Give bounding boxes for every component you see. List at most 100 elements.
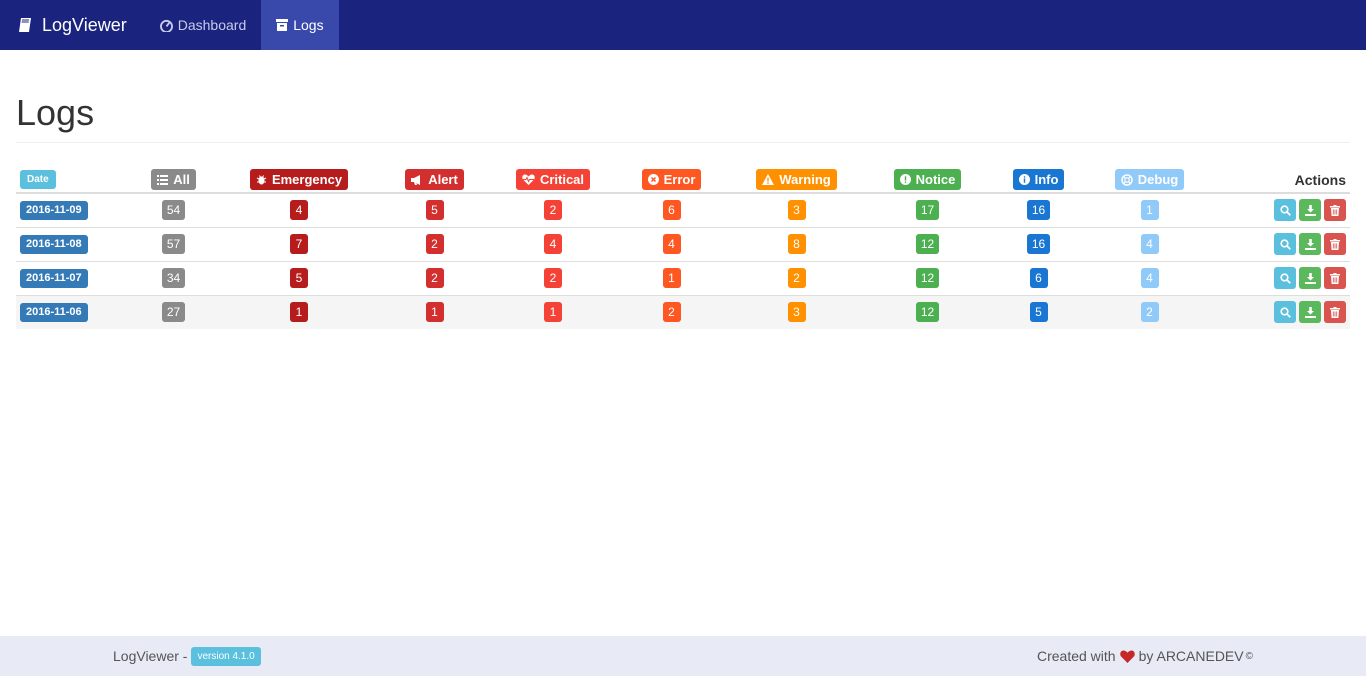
- count-info: 6: [1029, 268, 1048, 288]
- count-alert: 5: [425, 200, 444, 221]
- header-error[interactable]: Error: [641, 169, 702, 190]
- search-icon: [1279, 205, 1291, 216]
- count-notice: 12: [915, 302, 940, 323]
- bug-icon: [256, 174, 267, 185]
- count-debug: 1: [1140, 200, 1159, 221]
- download-icon: [1304, 238, 1316, 250]
- count-notice: 17: [915, 200, 940, 221]
- row-date[interactable]: 2016-11-07: [20, 268, 88, 288]
- count-notice: 12: [915, 268, 940, 288]
- count-emergency: 7: [290, 234, 308, 254]
- count-all: 54: [161, 200, 186, 221]
- header-critical[interactable]: Critical: [515, 169, 591, 190]
- header-emergency[interactable]: Emergency: [249, 169, 349, 190]
- count-debug: 4: [1140, 268, 1159, 288]
- count-alert: 1: [425, 302, 444, 323]
- copyright-symbol: ©: [1245, 650, 1253, 662]
- view-button[interactable]: [1274, 233, 1296, 255]
- logs-table: Date All Emergency Alert Critical Error …: [16, 167, 1350, 329]
- trash-icon: [1330, 204, 1340, 216]
- row-date[interactable]: 2016-11-09: [20, 200, 88, 220]
- nav-item-logs-label: Logs: [293, 17, 324, 33]
- delete-button[interactable]: [1324, 267, 1346, 289]
- trash-icon: [1330, 238, 1340, 250]
- warning-icon: [762, 174, 775, 185]
- footer-app-name: LogViewer -: [113, 648, 188, 664]
- row-date[interactable]: 2016-11-08: [20, 234, 88, 254]
- version-badge: version 4.1.0: [191, 646, 261, 666]
- count-notice: 12: [915, 234, 940, 254]
- table-row: 2016-11-08 57 7 2 4 4 8 12 16 4: [16, 226, 1350, 261]
- nav-item-logs[interactable]: Logs: [261, 0, 339, 50]
- count-critical: 1: [544, 302, 562, 323]
- page-title: Logs: [16, 92, 1350, 143]
- bullhorn-icon: [411, 174, 423, 185]
- download-icon: [1304, 204, 1316, 216]
- header-date[interactable]: Date: [20, 170, 56, 189]
- table-row: 2016-11-06 27 1 1 1 2 3 12 5 2: [16, 294, 1350, 329]
- header-notice[interactable]: Notice: [893, 169, 962, 190]
- life-ring-icon: [1121, 173, 1133, 186]
- count-warning: 8: [787, 234, 806, 254]
- count-alert: 2: [425, 234, 444, 254]
- view-button[interactable]: [1274, 301, 1296, 324]
- count-error: 2: [662, 302, 681, 323]
- count-error: 1: [662, 268, 681, 288]
- count-warning: 3: [787, 302, 806, 323]
- header-alert-label: Alert: [428, 172, 458, 187]
- header-warning-label: Warning: [779, 172, 831, 187]
- nav-item-dashboard[interactable]: Dashboard: [145, 0, 262, 50]
- count-debug: 4: [1140, 234, 1159, 254]
- nav-item-dashboard-label: Dashboard: [177, 17, 247, 33]
- view-button[interactable]: [1274, 267, 1296, 289]
- header-notice-label: Notice: [915, 172, 956, 187]
- header-warning[interactable]: Warning: [756, 169, 837, 190]
- header-actions: Actions: [1203, 167, 1350, 194]
- footer-created-prefix: Created with: [1036, 648, 1116, 664]
- header-alert[interactable]: Alert: [405, 169, 464, 190]
- header-emergency-label: Emergency: [271, 172, 343, 187]
- count-warning: 2: [787, 268, 806, 288]
- table-row: 2016-11-09 54 4 5 2 6 3 17 16 1: [16, 192, 1350, 227]
- header-debug-label: Debug: [1137, 172, 1179, 187]
- count-critical: 2: [544, 268, 562, 288]
- search-icon: [1279, 238, 1291, 250]
- view-button[interactable]: [1274, 199, 1296, 222]
- count-all: 34: [161, 268, 186, 288]
- search-icon: [1279, 307, 1291, 318]
- list-icon: [157, 174, 169, 185]
- download-button[interactable]: [1299, 267, 1321, 289]
- footer-right: Created with by ARCANEDEV ©: [1037, 648, 1253, 664]
- heart-icon: [1119, 650, 1135, 663]
- download-button[interactable]: [1299, 301, 1321, 324]
- table-header-row: Date All Emergency Alert Critical Error …: [16, 167, 1350, 194]
- heartbeat-icon: [522, 174, 535, 185]
- search-icon: [1279, 272, 1291, 284]
- delete-button[interactable]: [1324, 233, 1346, 255]
- row-date[interactable]: 2016-11-06: [20, 302, 88, 322]
- download-button[interactable]: [1299, 199, 1321, 222]
- main-content: Logs Date All Emergency Alert Critical E…: [0, 92, 1366, 329]
- count-error: 6: [662, 200, 681, 221]
- delete-button[interactable]: [1324, 301, 1346, 324]
- count-info: 16: [1026, 200, 1051, 221]
- header-all[interactable]: All: [151, 169, 196, 190]
- trash-icon: [1330, 272, 1340, 284]
- count-warning: 3: [787, 200, 806, 221]
- download-icon: [1304, 272, 1316, 284]
- count-emergency: 4: [290, 200, 308, 221]
- header-info-label: Info: [1034, 172, 1059, 187]
- brand-link[interactable]: LogViewer: [0, 0, 145, 50]
- header-error-label: Error: [663, 172, 696, 187]
- exclamation-circle-icon: [899, 174, 911, 185]
- header-critical-label: Critical: [539, 172, 585, 187]
- delete-button[interactable]: [1324, 199, 1346, 222]
- count-all: 57: [161, 234, 186, 254]
- header-info[interactable]: Info: [1012, 169, 1065, 190]
- count-critical: 4: [544, 234, 562, 254]
- footer-created-suffix: by ARCANEDEV: [1138, 648, 1244, 664]
- count-alert: 2: [425, 268, 444, 288]
- download-button[interactable]: [1299, 233, 1321, 255]
- header-debug[interactable]: Debug: [1114, 169, 1185, 190]
- count-error: 4: [662, 234, 681, 254]
